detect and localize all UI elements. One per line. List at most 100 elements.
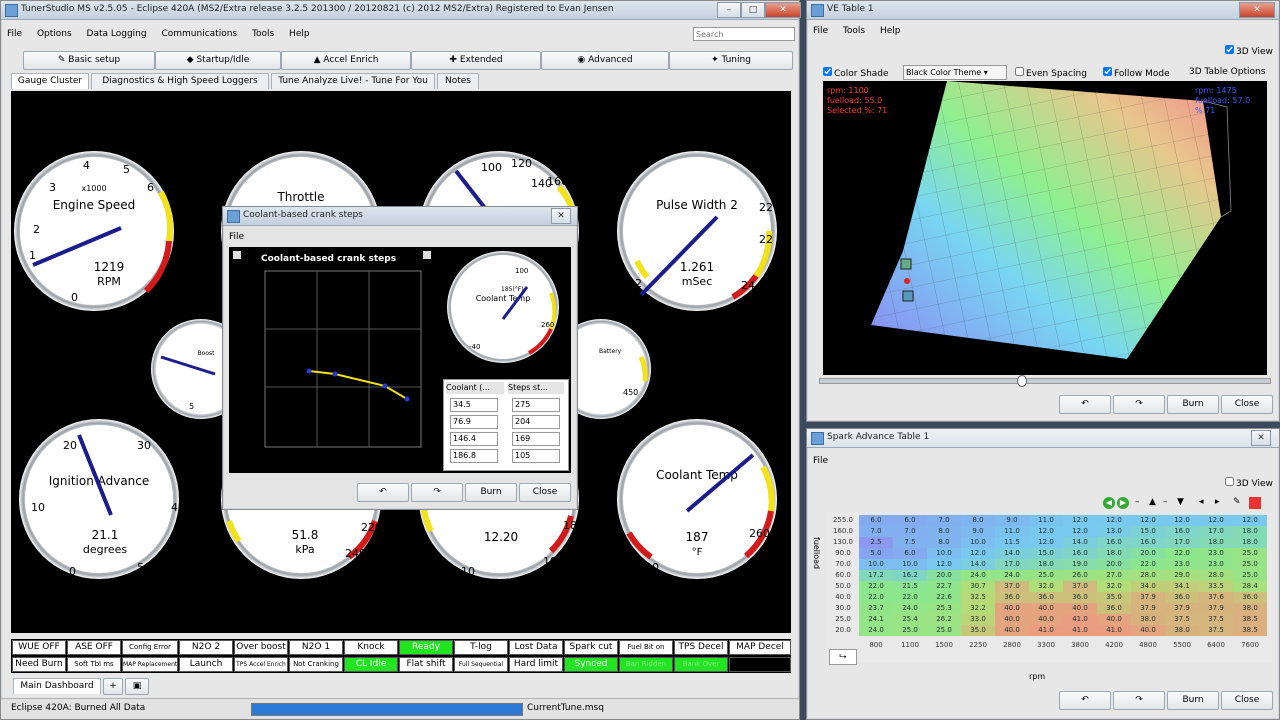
spark-cell[interactable]: 40.0	[1029, 614, 1063, 625]
advanced-button[interactable]: ◉ Advanced	[541, 51, 669, 70]
spark-color-icon[interactable]	[1249, 497, 1261, 509]
ve-burn-button[interactable]: Burn	[1167, 395, 1219, 414]
crank-point-3[interactable]	[382, 383, 388, 389]
ve-slider-thumb[interactable]	[1017, 375, 1027, 387]
spark-cell[interactable]: 11.5	[995, 537, 1029, 548]
spark-cell[interactable]: 20.0	[927, 570, 961, 581]
spark-cell[interactable]: 36.0	[995, 592, 1029, 603]
spark-cell[interactable]: 40.0	[995, 625, 1029, 636]
spark-cell[interactable]: 24.0	[859, 625, 893, 636]
spark-cell[interactable]: 15.0	[1029, 548, 1063, 559]
ve-undo-button[interactable]: ↶	[1059, 395, 1111, 414]
add-tab-button[interactable]: +	[103, 678, 123, 695]
minimize-button[interactable]: –	[717, 2, 741, 18]
spark-load-bin[interactable]: 40.0	[829, 592, 857, 602]
spark-cell[interactable]: 22.0	[1165, 548, 1199, 559]
spark-cell[interactable]: 37.9	[1165, 603, 1199, 614]
menu-communications[interactable]: Communications	[155, 26, 243, 42]
spark-down-icon[interactable]: ▼	[1177, 497, 1184, 507]
spark-cell[interactable]: 24.0	[961, 570, 995, 581]
spark-prev-icon[interactable]: ◀	[1103, 497, 1115, 509]
tab-diagnostics[interactable]: Diagnostics & High Speed Loggers	[91, 73, 269, 89]
spark-cell[interactable]: 25.0	[1029, 570, 1063, 581]
spark-cell[interactable]: 28.0	[1131, 570, 1165, 581]
spark-cell[interactable]: 24.0	[893, 603, 927, 614]
crank-point-2[interactable]	[332, 371, 338, 377]
maximize-button[interactable]: □	[741, 2, 765, 18]
spark-cell[interactable]: 12.0	[1097, 515, 1131, 526]
tuning-button[interactable]: ✦ Tuning	[669, 51, 793, 70]
spark-cell[interactable]: 37.5	[1165, 614, 1199, 625]
spark-cell[interactable]: 25.0	[1233, 570, 1267, 581]
crank-table-cell[interactable]: 146.4	[450, 432, 498, 446]
spark-cell[interactable]: 40.0	[1063, 603, 1097, 614]
spark-cell[interactable]: 29.0	[1165, 570, 1199, 581]
crank-point-4[interactable]	[404, 396, 410, 402]
spark-rpm-bin[interactable]: 7600	[1233, 640, 1267, 650]
spark-rpm-bin[interactable]: 3800	[1063, 640, 1097, 650]
ve-cursor-marker-2[interactable]	[902, 290, 914, 302]
spark-cell[interactable]: 18.0	[1199, 537, 1233, 548]
crank-table-cell[interactable]: 76.9	[450, 415, 498, 429]
menu-options[interactable]: Options	[31, 26, 78, 42]
spark-cell[interactable]: 37.0	[1063, 581, 1097, 592]
theme-select[interactable]: Black Color Theme ▾	[903, 65, 1007, 80]
spark-cell[interactable]: 16.0	[1063, 548, 1097, 559]
ve-3d-view-toggle[interactable]: 3D View	[1225, 45, 1273, 57]
follow-mode-toggle[interactable]: Follow Mode	[1103, 67, 1170, 79]
menu-data-logging[interactable]: Data Logging	[81, 26, 153, 42]
chart-expand-icon[interactable]	[423, 251, 431, 259]
spark-cell[interactable]: 20.0	[1131, 548, 1165, 559]
spark-cell[interactable]: 8.0	[961, 515, 995, 526]
startup-idle-button[interactable]: ◆ Startup/Idle	[155, 51, 281, 70]
spark-cell[interactable]: 23.0	[1199, 548, 1233, 559]
spark-rpm-bin[interactable]: 2800	[995, 640, 1029, 650]
3d-table-options-link[interactable]: 3D Table Options	[1189, 67, 1265, 77]
dashboard-icon-button[interactable]: ▣	[125, 678, 149, 695]
color-shade-checkbox[interactable]	[823, 67, 832, 76]
spark-rpm-bin[interactable]: 3300	[1029, 640, 1063, 650]
spark-cell[interactable]: 23.7	[859, 603, 893, 614]
spark-cell[interactable]: 32.2	[961, 603, 995, 614]
spark-rpm-bin[interactable]: 4800	[1131, 640, 1165, 650]
spark-cell[interactable]: 6.0	[859, 515, 893, 526]
spark-cell[interactable]: 41.0	[1029, 625, 1063, 636]
spark-rpm-bin[interactable]: 1500	[927, 640, 961, 650]
spark-cell[interactable]: 11.0	[995, 526, 1029, 537]
spark-undo-button[interactable]: ↶	[1059, 691, 1111, 710]
spark-rpm-bin[interactable]: 2250	[961, 640, 995, 650]
spark-cell[interactable]: 38.0	[1131, 614, 1165, 625]
crank-table-cell[interactable]: 105	[512, 449, 560, 463]
spark-cell[interactable]: 18.0	[1233, 526, 1267, 537]
spark-cell[interactable]: 38.0	[1233, 603, 1267, 614]
spark-cell[interactable]: 25.0	[1233, 548, 1267, 559]
menu-help[interactable]: Help	[283, 26, 316, 42]
spark-load-bin[interactable]: 60.0	[829, 570, 857, 580]
spark-load-bin[interactable]: 20.0	[829, 625, 857, 635]
spark-axis-corner-icon[interactable]: ⮡	[829, 649, 857, 665]
spark-3d-view-checkbox[interactable]	[1225, 477, 1234, 486]
spark-cell[interactable]: 7.0	[893, 526, 927, 537]
ve-horizontal-slider[interactable]	[819, 378, 1271, 384]
spark-cell[interactable]: 16.0	[1097, 537, 1131, 548]
coolant-dialog-close[interactable]: ✕	[551, 208, 571, 224]
chart-float-icon[interactable]	[233, 251, 241, 259]
tab-notes[interactable]: Notes	[437, 73, 479, 89]
spark-cell[interactable]: 36.0	[1165, 592, 1199, 603]
spark-cell[interactable]: 9.0	[995, 515, 1029, 526]
spark-cell[interactable]: 38.0	[1165, 625, 1199, 636]
spark-cell[interactable]: 37.5	[1199, 614, 1233, 625]
spark-cell[interactable]: 15.0	[1131, 526, 1165, 537]
ve-menu-help[interactable]: Help	[874, 23, 907, 39]
spark-cell[interactable]: 8.0	[927, 526, 961, 537]
ve-menu-file[interactable]: File	[807, 23, 834, 39]
spark-cell[interactable]: 40.0	[995, 603, 1029, 614]
coolant-dialog-title-bar[interactable]: Coolant-based crank steps ✕	[223, 207, 577, 226]
spark-cell[interactable]: 10.0	[961, 537, 995, 548]
spark-cell[interactable]: 25.0	[893, 625, 927, 636]
spark-cell[interactable]: 12.0	[1029, 526, 1063, 537]
spark-cell[interactable]: 35.0	[1097, 592, 1131, 603]
spark-cell[interactable]: 9.0	[961, 526, 995, 537]
spark-cell[interactable]: 37.9	[1131, 592, 1165, 603]
spark-rpm-bin[interactable]: 5500	[1165, 640, 1199, 650]
